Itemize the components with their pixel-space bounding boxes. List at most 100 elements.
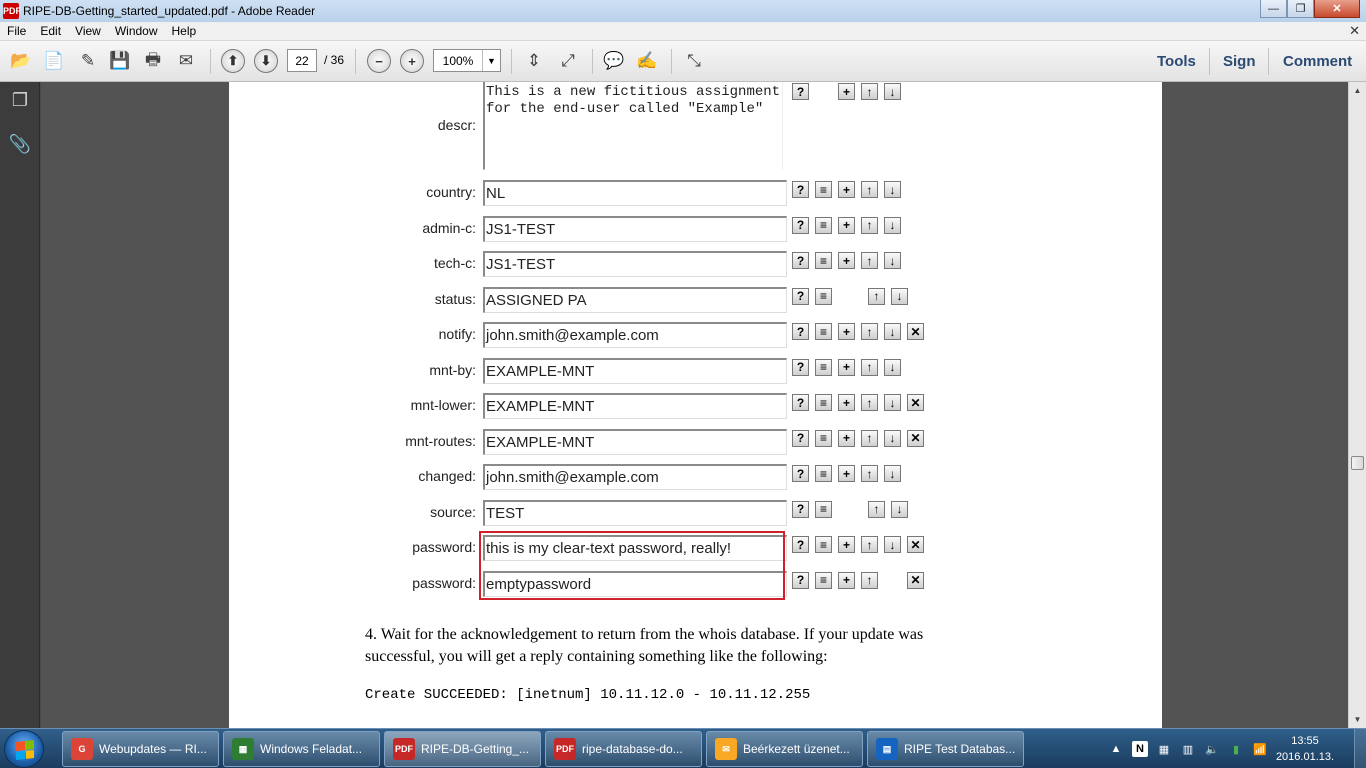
start-button[interactable] bbox=[4, 730, 44, 768]
move-up-button[interactable]: ↑ bbox=[861, 216, 878, 234]
menu-view[interactable]: View bbox=[68, 24, 108, 38]
sign-pane-link[interactable]: Sign bbox=[1223, 53, 1256, 70]
help-button[interactable]: ? bbox=[792, 394, 809, 411]
move-up-button[interactable]: ↑ bbox=[861, 571, 878, 589]
help-button[interactable]: ? bbox=[792, 323, 809, 340]
move-down-button[interactable]: ↓ bbox=[884, 358, 901, 376]
add-button[interactable]: + bbox=[838, 83, 855, 100]
help-button[interactable]: ? bbox=[792, 536, 809, 553]
move-down-button[interactable]: ↓ bbox=[884, 83, 901, 100]
volume-icon[interactable]: 🔈 bbox=[1204, 741, 1220, 757]
move-up-button[interactable]: ↑ bbox=[868, 500, 885, 518]
tools-pane-link[interactable]: Tools bbox=[1157, 53, 1196, 70]
system-clock[interactable]: 13:55 2016.01.13. bbox=[1270, 733, 1340, 765]
menu-help[interactable]: Help bbox=[165, 24, 204, 38]
list-button[interactable]: ≡ bbox=[815, 465, 832, 482]
help-button[interactable]: ? bbox=[792, 465, 809, 482]
signal-strength-icon[interactable]: 📶 bbox=[1252, 741, 1268, 757]
scroll-up-icon[interactable]: ▲ bbox=[1349, 82, 1366, 99]
help-button[interactable]: ? bbox=[792, 83, 809, 100]
list-button[interactable]: ≡ bbox=[815, 216, 832, 234]
close-document-button[interactable]: ✕ bbox=[1349, 23, 1360, 39]
remove-button[interactable]: ✕ bbox=[907, 323, 924, 340]
chevron-down-icon[interactable]: ▼ bbox=[482, 50, 500, 71]
list-button[interactable]: ≡ bbox=[815, 323, 832, 340]
scroll-down-icon[interactable]: ▼ bbox=[1349, 711, 1366, 728]
scrollbar-thumb[interactable] bbox=[1351, 456, 1364, 470]
move-up-button[interactable]: ↑ bbox=[861, 323, 878, 340]
help-button[interactable]: ? bbox=[792, 429, 809, 447]
maximize-button[interactable]: ❐ bbox=[1287, 0, 1314, 18]
menu-edit[interactable]: Edit bbox=[33, 24, 68, 38]
close-window-button[interactable]: ✕ bbox=[1314, 0, 1360, 18]
list-button[interactable]: ≡ bbox=[815, 358, 832, 376]
move-down-button[interactable]: ↓ bbox=[884, 323, 901, 340]
move-up-button[interactable]: ↑ bbox=[861, 181, 878, 198]
move-down-button[interactable]: ↓ bbox=[884, 252, 901, 269]
vertical-scrollbar[interactable]: ▲ ▼ bbox=[1348, 82, 1366, 728]
list-button[interactable]: ≡ bbox=[815, 571, 832, 589]
list-button[interactable]: ≡ bbox=[815, 394, 832, 411]
list-button[interactable]: ≡ bbox=[815, 181, 832, 198]
fit-page-icon[interactable]: ⇕ bbox=[522, 50, 546, 72]
highlight-text-icon[interactable]: ✍ bbox=[635, 50, 659, 72]
help-button[interactable]: ? bbox=[792, 181, 809, 198]
move-up-button[interactable]: ↑ bbox=[861, 536, 878, 553]
move-down-button[interactable]: ↓ bbox=[884, 181, 901, 198]
list-button[interactable]: ≡ bbox=[815, 287, 832, 305]
battery-icon[interactable]: ▮ bbox=[1228, 741, 1244, 757]
add-button[interactable]: + bbox=[838, 216, 855, 234]
add-button[interactable]: + bbox=[838, 536, 855, 553]
page-thumbnails-icon[interactable]: ❐ bbox=[9, 89, 31, 111]
edit-icon[interactable]: ✎ bbox=[76, 50, 100, 72]
add-button[interactable]: + bbox=[838, 394, 855, 411]
taskbar-task[interactable]: PDF RIPE-DB-Getting_... bbox=[384, 731, 541, 767]
show-hidden-icons-icon[interactable]: ▲ bbox=[1108, 741, 1124, 757]
full-screen-icon[interactable]: ⤡ bbox=[682, 50, 706, 72]
email-icon[interactable]: ✉ bbox=[174, 50, 198, 72]
move-up-button[interactable]: ↑ bbox=[861, 394, 878, 411]
attachments-icon[interactable]: 📎 bbox=[9, 133, 31, 155]
help-button[interactable]: ? bbox=[792, 252, 809, 269]
menu-window[interactable]: Window bbox=[108, 24, 165, 38]
taskbar-task[interactable]: ✉ Beérkezett üzenet... bbox=[706, 731, 863, 767]
move-up-button[interactable]: ↑ bbox=[861, 83, 878, 100]
minimize-button[interactable]: — bbox=[1260, 0, 1287, 18]
remove-button[interactable]: ✕ bbox=[907, 536, 924, 553]
remove-button[interactable]: ✕ bbox=[907, 394, 924, 411]
show-desktop-button[interactable] bbox=[1354, 729, 1366, 768]
help-button[interactable]: ? bbox=[792, 500, 809, 518]
create-pdf-icon[interactable]: 📄 bbox=[42, 50, 66, 72]
list-button[interactable]: ≡ bbox=[815, 252, 832, 269]
help-button[interactable]: ? bbox=[792, 287, 809, 305]
add-button[interactable]: + bbox=[838, 181, 855, 198]
remove-button[interactable]: ✕ bbox=[907, 571, 924, 589]
move-down-button[interactable]: ↓ bbox=[891, 500, 908, 518]
move-down-button[interactable]: ↓ bbox=[884, 216, 901, 234]
taskbar-task[interactable]: G Webupdates — RI... bbox=[62, 731, 219, 767]
network-adapter-icon[interactable]: ▥ bbox=[1180, 741, 1196, 757]
zoom-in-icon[interactable]: + bbox=[400, 49, 424, 73]
move-up-button[interactable]: ↑ bbox=[868, 287, 885, 305]
help-button[interactable]: ? bbox=[792, 358, 809, 376]
previous-page-icon[interactable]: ⬆ bbox=[221, 49, 245, 73]
remove-button[interactable]: ✕ bbox=[907, 429, 924, 447]
zoom-out-icon[interactable]: − bbox=[367, 49, 391, 73]
add-button[interactable]: + bbox=[838, 252, 855, 269]
comment-pane-link[interactable]: Comment bbox=[1283, 53, 1352, 70]
add-button[interactable]: + bbox=[838, 358, 855, 376]
move-up-button[interactable]: ↑ bbox=[861, 465, 878, 482]
move-down-button[interactable]: ↓ bbox=[884, 536, 901, 553]
move-down-button[interactable]: ↓ bbox=[891, 287, 908, 305]
fit-width-icon[interactable]: ⤢ bbox=[556, 50, 580, 72]
open-file-icon[interactable]: 📂 bbox=[9, 50, 33, 72]
save-icon[interactable]: 💾 bbox=[108, 50, 132, 72]
page-number-input[interactable] bbox=[287, 49, 317, 72]
add-button[interactable]: + bbox=[838, 571, 855, 589]
taskbar-task[interactable]: ▤ RIPE Test Databas... bbox=[867, 731, 1024, 767]
print-icon[interactable]: 🖶 bbox=[141, 50, 165, 72]
help-button[interactable]: ? bbox=[792, 571, 809, 589]
move-down-button[interactable]: ↓ bbox=[884, 429, 901, 447]
help-button[interactable]: ? bbox=[792, 216, 809, 234]
add-button[interactable]: + bbox=[838, 465, 855, 482]
